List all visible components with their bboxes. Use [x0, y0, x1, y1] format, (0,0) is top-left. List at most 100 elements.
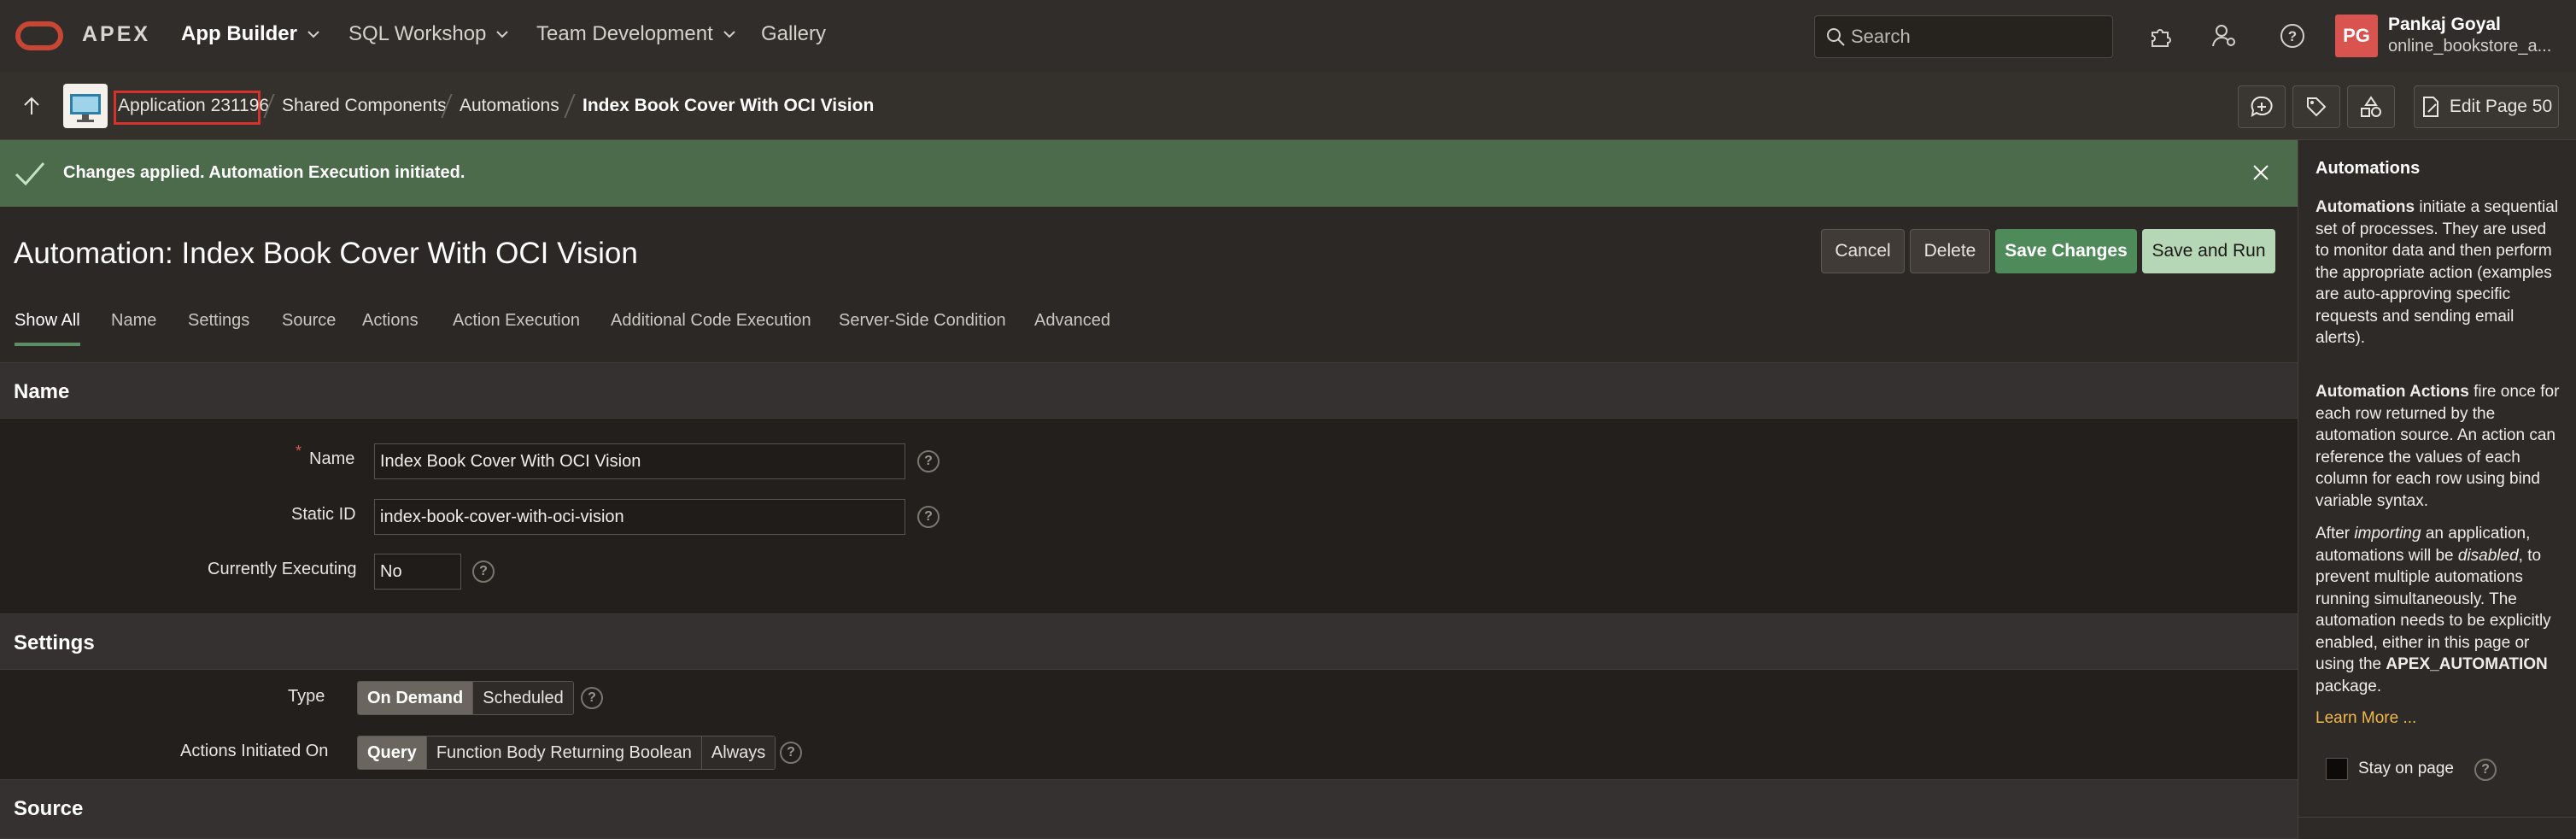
search-input[interactable] — [1851, 16, 2107, 57]
name-section-header: Name — [0, 362, 2298, 419]
success-alert: Changes applied. Automation Execution in… — [0, 140, 2298, 207]
help-term-automation-actions: Automation Actions — [2315, 383, 2469, 401]
breadcrumb-current: Index Book Cover With OCI Vision — [583, 96, 875, 115]
help-icon[interactable]: ? — [917, 506, 940, 528]
success-message: Changes applied. Automation Execution in… — [63, 163, 465, 182]
tab-server-side-condition[interactable]: Server-Side Condition — [839, 311, 1006, 343]
tab-settings[interactable]: Settings — [188, 311, 249, 343]
page-title: Automation: Index Book Cover With OCI Vi… — [14, 237, 638, 270]
stay-on-page-checkbox[interactable] — [2326, 758, 2348, 780]
static-id-input[interactable]: index-book-cover-with-oci-vision — [374, 499, 905, 535]
help-icon[interactable]: ? — [917, 450, 940, 472]
tab-advanced[interactable]: Advanced — [1034, 311, 1110, 343]
help-icon[interactable]: ? — [2474, 759, 2497, 781]
panel-divider — [2298, 817, 2576, 818]
breadcrumb-bar: Application 231196 Shared Components Aut… — [0, 72, 2576, 140]
help-text-package-name: APEX_AUTOMATION — [2386, 655, 2548, 673]
edit-page-label: Edit Page 50 — [2449, 97, 2553, 116]
check-icon — [15, 162, 45, 186]
help-panel-title: Automations — [2315, 159, 2421, 178]
help-text-disabled: disabled — [2457, 546, 2519, 565]
name-input[interactable]: Index Book Cover With OCI Vision — [374, 443, 905, 479]
comment-add-button[interactable] — [2238, 85, 2286, 128]
user-avatar[interactable]: PG — [2335, 15, 2378, 57]
help-paragraph-automations: Automations initiate a sequential set of… — [2315, 197, 2563, 349]
breadcrumb-separator — [564, 94, 576, 118]
help-panel: Automations Automations initiate a seque… — [2298, 140, 2576, 839]
settings-section-header: Settings — [0, 613, 2298, 670]
cancel-button[interactable]: Cancel — [1821, 229, 1905, 273]
breadcrumb-automations[interactable]: Automations — [460, 96, 559, 116]
help-text-import-a: After — [2315, 525, 2355, 543]
help-icon[interactable]: ? — [581, 687, 603, 709]
tab-action-execution[interactable]: Action Execution — [453, 311, 580, 343]
nav-team-development[interactable]: Team Development — [536, 22, 735, 46]
tag-icon — [2307, 97, 2327, 117]
comment-plus-icon — [2251, 96, 2273, 117]
arrow-up-icon[interactable] — [22, 96, 41, 116]
chevron-down-icon — [307, 30, 319, 38]
apex-brand[interactable]: APEX — [82, 22, 150, 47]
name-section-body: * Name Index Book Cover With OCI Vision … — [0, 419, 2298, 613]
type-option-scheduled[interactable]: Scheduled — [473, 682, 573, 714]
nav-team-development-label: Team Development — [536, 22, 713, 45]
developer-tag-button[interactable] — [2292, 85, 2340, 128]
currently-executing-label: Currently Executing — [208, 560, 357, 578]
tab-additional-code-execution[interactable]: Additional Code Execution — [611, 311, 811, 343]
top-navigation-bar: APEX App Builder SQL Workshop Team Devel… — [0, 0, 2576, 72]
search-icon — [1827, 28, 1845, 46]
actions-initiated-radio-group: Query Function Body Returning Boolean Al… — [357, 736, 776, 770]
nav-gallery[interactable]: Gallery — [761, 22, 826, 46]
oracle-logo-icon[interactable] — [15, 21, 63, 50]
help-text-import-c: , to prevent multiple automations runnin… — [2315, 546, 2551, 674]
breadcrumb-application[interactable]: Application 231196 — [118, 96, 269, 116]
shapes-icon — [2361, 96, 2381, 117]
app-builder-puzzle-icon[interactable] — [2144, 19, 2178, 53]
save-changes-button[interactable]: Save Changes — [1995, 229, 2137, 273]
actions-option-function-body[interactable]: Function Body Returning Boolean — [426, 736, 702, 769]
tab-source[interactable]: Source — [282, 311, 336, 343]
tab-name[interactable]: Name — [111, 311, 156, 343]
save-and-run-button[interactable]: Save and Run — [2142, 229, 2275, 273]
help-paragraph-import: After importing an application, automati… — [2315, 523, 2563, 697]
help-text-actions: fire once for each row returned by the a… — [2315, 383, 2560, 510]
settings-section-body: Type On Demand Scheduled ? Actions Initi… — [0, 670, 2298, 779]
delete-button[interactable]: Delete — [1910, 229, 1990, 273]
administration-icon[interactable] — [2207, 19, 2241, 53]
help-icon[interactable]: ? — [780, 742, 802, 764]
help-text-importing: importing — [2354, 525, 2421, 543]
svg-text:?: ? — [2288, 28, 2297, 44]
workspace-name: online_bookstore_a... — [2388, 37, 2552, 56]
actions-option-query[interactable]: Query — [358, 736, 427, 769]
learn-more-link[interactable]: Learn More ... — [2315, 709, 2416, 728]
shared-components-button[interactable] — [2347, 85, 2395, 128]
nav-sql-workshop[interactable]: SQL Workshop — [348, 22, 509, 46]
section-tabs: Show All Name Settings Source Actions Ac… — [0, 302, 1187, 354]
currently-executing-value: No — [374, 554, 461, 590]
application-icon[interactable] — [63, 84, 108, 128]
help-text-automations: initiate a sequential set of processes. … — [2315, 198, 2559, 347]
global-search[interactable] — [1814, 15, 2113, 58]
name-section-title: Name — [14, 380, 70, 403]
breadcrumb-shared-components[interactable]: Shared Components — [282, 96, 447, 116]
type-option-on-demand[interactable]: On Demand — [358, 682, 474, 714]
source-section-title: Source — [14, 797, 84, 820]
help-circle-icon[interactable]: ? — [2275, 19, 2310, 53]
actions-option-always[interactable]: Always — [701, 736, 776, 769]
settings-section-title: Settings — [14, 631, 95, 654]
help-icon[interactable]: ? — [472, 560, 495, 583]
edit-page-button[interactable]: Edit Page 50 — [2414, 85, 2559, 128]
name-field-label: * Name — [296, 443, 354, 469]
help-text-import-d: package. — [2315, 677, 2382, 695]
close-icon[interactable] — [2251, 163, 2270, 182]
help-paragraph-actions: Automation Actions fire once for each ro… — [2315, 381, 2563, 512]
tab-actions[interactable]: Actions — [362, 311, 419, 343]
static-id-label: Static ID — [291, 505, 356, 524]
stay-on-page-label: Stay on page — [2358, 760, 2454, 777]
chevron-down-icon — [723, 30, 735, 38]
tab-show-all[interactable]: Show All — [15, 311, 80, 346]
nav-gallery-label: Gallery — [761, 22, 827, 45]
source-section-header: Source — [0, 779, 2298, 839]
user-name[interactable]: Pankaj Goyal — [2388, 15, 2501, 35]
nav-app-builder[interactable]: App Builder — [181, 22, 319, 46]
